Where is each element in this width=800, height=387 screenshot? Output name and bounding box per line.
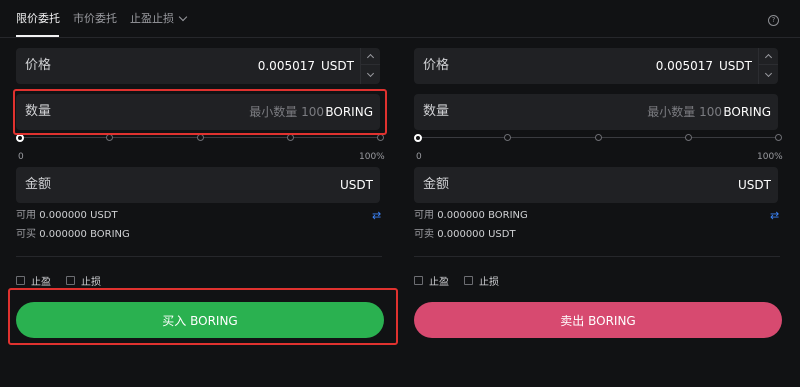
- sell-stop-loss-checkbox[interactable]: 止损: [464, 273, 499, 288]
- sell-amount-unit: BORING: [723, 105, 771, 119]
- sell-available: 可用 0.000000 BORING: [414, 210, 528, 222]
- buy-price-label: 价格: [25, 58, 52, 73]
- sell-sellable: 可卖 0.000000 USDT: [414, 229, 516, 241]
- buyable-label: 可买: [16, 229, 36, 240]
- buy-amount-label: 数量: [25, 104, 52, 119]
- stepper-down-icon[interactable]: [361, 66, 380, 83]
- slider-max-label: 100%: [757, 152, 783, 162]
- sell-total-field[interactable]: 金额 USDT: [414, 167, 778, 203]
- slider-mark[interactable]: [775, 134, 782, 141]
- available-label: 可用: [414, 210, 434, 221]
- buy-total-field[interactable]: 金额 USDT: [16, 167, 380, 203]
- swap-icon[interactable]: ⇄: [372, 210, 381, 222]
- stepper-up-icon[interactable]: [759, 48, 778, 65]
- slider-mark[interactable]: [504, 134, 511, 141]
- sell-amount-label: 数量: [423, 104, 450, 119]
- slider-mark[interactable]: [106, 134, 113, 141]
- buy-total-unit: USDT: [340, 178, 373, 192]
- available-value: 0.000000 BORING: [437, 210, 528, 221]
- sellable-value: 0.000000 USDT: [437, 229, 516, 240]
- sell-amount-slider[interactable]: [414, 133, 782, 143]
- slider-mark[interactable]: [197, 134, 204, 141]
- buy-amount-slider[interactable]: [16, 133, 384, 143]
- buy-buyable: 可买 0.000000 BORING: [16, 229, 130, 241]
- buy-total-label: 金额: [25, 177, 52, 192]
- buy-take-profit-checkbox[interactable]: 止盈: [16, 273, 51, 288]
- sell-price-label: 价格: [423, 58, 450, 73]
- buy-amount-unit: BORING: [325, 105, 373, 119]
- available-value: 0.000000 USDT: [39, 210, 118, 221]
- slider-mark[interactable]: [685, 134, 692, 141]
- checkbox-icon: [66, 276, 75, 285]
- sellable-label: 可卖: [414, 229, 434, 240]
- sell-panel: 价格 0.005017 USDT 数量 最小数量 100 BORING 0 10…: [412, 0, 783, 387]
- sell-price-value: 0.005017: [655, 59, 713, 73]
- slider-mark[interactable]: [287, 134, 294, 141]
- sell-price-stepper: [758, 48, 778, 84]
- buy-price-value: 0.005017: [257, 59, 315, 73]
- sell-amount-field[interactable]: 数量 最小数量 100 BORING: [414, 94, 778, 130]
- slider-max-label: 100%: [359, 152, 385, 162]
- sell-button[interactable]: 卖出 BORING: [414, 302, 782, 338]
- checkbox-icon: [414, 276, 423, 285]
- sell-amount-placeholder: 最小数量 100: [647, 105, 722, 119]
- slider-mark[interactable]: [595, 134, 602, 141]
- divider: [414, 256, 780, 257]
- slider-mark[interactable]: [377, 134, 384, 141]
- slider-min-label: 0: [416, 152, 422, 162]
- divider: [16, 256, 382, 257]
- sell-total-label: 金额: [423, 177, 450, 192]
- stop-loss-label: 止损: [81, 277, 101, 288]
- stepper-up-icon[interactable]: [361, 48, 380, 65]
- swap-icon[interactable]: ⇄: [770, 210, 779, 222]
- buy-amount-placeholder: 最小数量 100: [249, 105, 324, 119]
- slider-handle[interactable]: [414, 134, 422, 142]
- available-label: 可用: [16, 210, 36, 221]
- sell-price-field[interactable]: 价格 0.005017 USDT: [414, 48, 778, 84]
- sell-total-unit: USDT: [738, 178, 771, 192]
- checkbox-icon: [464, 276, 473, 285]
- buy-button[interactable]: 买入 BORING: [16, 302, 384, 338]
- sell-take-profit-checkbox[interactable]: 止盈: [414, 273, 449, 288]
- buy-panel: 价格 0.005017 USDT 数量 最小数量 100 BORING 0 10…: [14, 0, 385, 387]
- slider-min-label: 0: [18, 152, 24, 162]
- checkbox-icon: [16, 276, 25, 285]
- stop-loss-label: 止损: [479, 277, 499, 288]
- buy-available: 可用 0.000000 USDT: [16, 210, 118, 222]
- take-profit-label: 止盈: [429, 277, 449, 288]
- buy-stop-loss-checkbox[interactable]: 止损: [66, 273, 101, 288]
- sell-price-unit: USDT: [719, 59, 752, 73]
- stepper-down-icon[interactable]: [759, 66, 778, 83]
- take-profit-label: 止盈: [31, 277, 51, 288]
- buyable-value: 0.000000 BORING: [39, 229, 130, 240]
- buy-price-stepper: [360, 48, 380, 84]
- buy-price-field[interactable]: 价格 0.005017 USDT: [16, 48, 380, 84]
- buy-price-unit: USDT: [321, 59, 354, 73]
- buy-amount-field[interactable]: 数量 最小数量 100 BORING: [16, 94, 380, 130]
- slider-handle[interactable]: [16, 134, 24, 142]
